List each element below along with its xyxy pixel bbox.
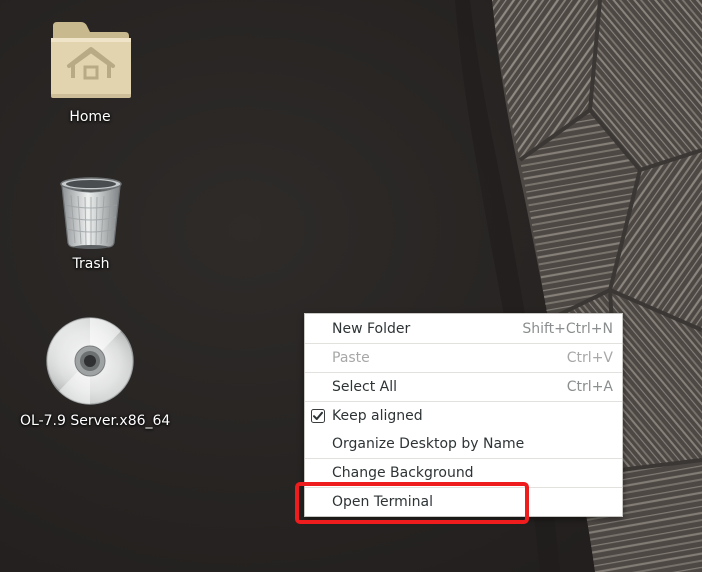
menu-item-label: Select All bbox=[332, 379, 397, 395]
menu-item-change-background[interactable]: Change Background bbox=[305, 459, 622, 488]
desktop-icon-label: Trash bbox=[72, 256, 110, 272]
optical-disc-icon bbox=[46, 317, 134, 405]
menu-item-open-terminal[interactable]: Open Terminal bbox=[305, 488, 622, 516]
desktop-icon-trash[interactable]: Trash bbox=[21, 175, 161, 273]
menu-item-paste[interactable]: Paste Ctrl+V bbox=[305, 344, 622, 373]
menu-item-label: Keep aligned bbox=[332, 408, 423, 424]
menu-item-label: Organize Desktop by Name bbox=[332, 436, 525, 452]
trash-icon bbox=[60, 177, 122, 249]
desktop[interactable]: Home Trash OL-7.9 Server.x86_64 New Fold… bbox=[0, 0, 702, 572]
home-folder-icon bbox=[51, 22, 131, 98]
menu-item-label: Change Background bbox=[332, 465, 474, 481]
menu-item-select-all[interactable]: Select All Ctrl+A bbox=[305, 373, 622, 402]
menu-item-label: Paste bbox=[332, 350, 370, 366]
desktop-icon-home[interactable]: Home bbox=[20, 18, 160, 126]
desktop-context-menu: New Folder Shift+Ctrl+N Paste Ctrl+V Sel… bbox=[304, 313, 623, 517]
menu-item-shortcut: Ctrl+V bbox=[566, 350, 613, 366]
menu-item-organize-desktop[interactable]: Organize Desktop by Name bbox=[305, 430, 622, 459]
menu-item-shortcut: Ctrl+A bbox=[566, 379, 613, 395]
menu-item-new-folder[interactable]: New Folder Shift+Ctrl+N bbox=[305, 315, 622, 344]
desktop-icon-disc[interactable]: OL-7.9 Server.x86_64 bbox=[20, 316, 171, 430]
desktop-icon-label: OL-7.9 Server.x86_64 bbox=[20, 413, 171, 429]
menu-item-label: New Folder bbox=[332, 321, 411, 337]
menu-item-label: Open Terminal bbox=[332, 494, 434, 510]
menu-item-keep-aligned[interactable]: Keep aligned bbox=[305, 402, 622, 430]
desktop-icon-label: Home bbox=[69, 109, 111, 125]
checkbox-checked-icon[interactable] bbox=[311, 409, 325, 423]
menu-item-shortcut: Shift+Ctrl+N bbox=[522, 321, 613, 337]
